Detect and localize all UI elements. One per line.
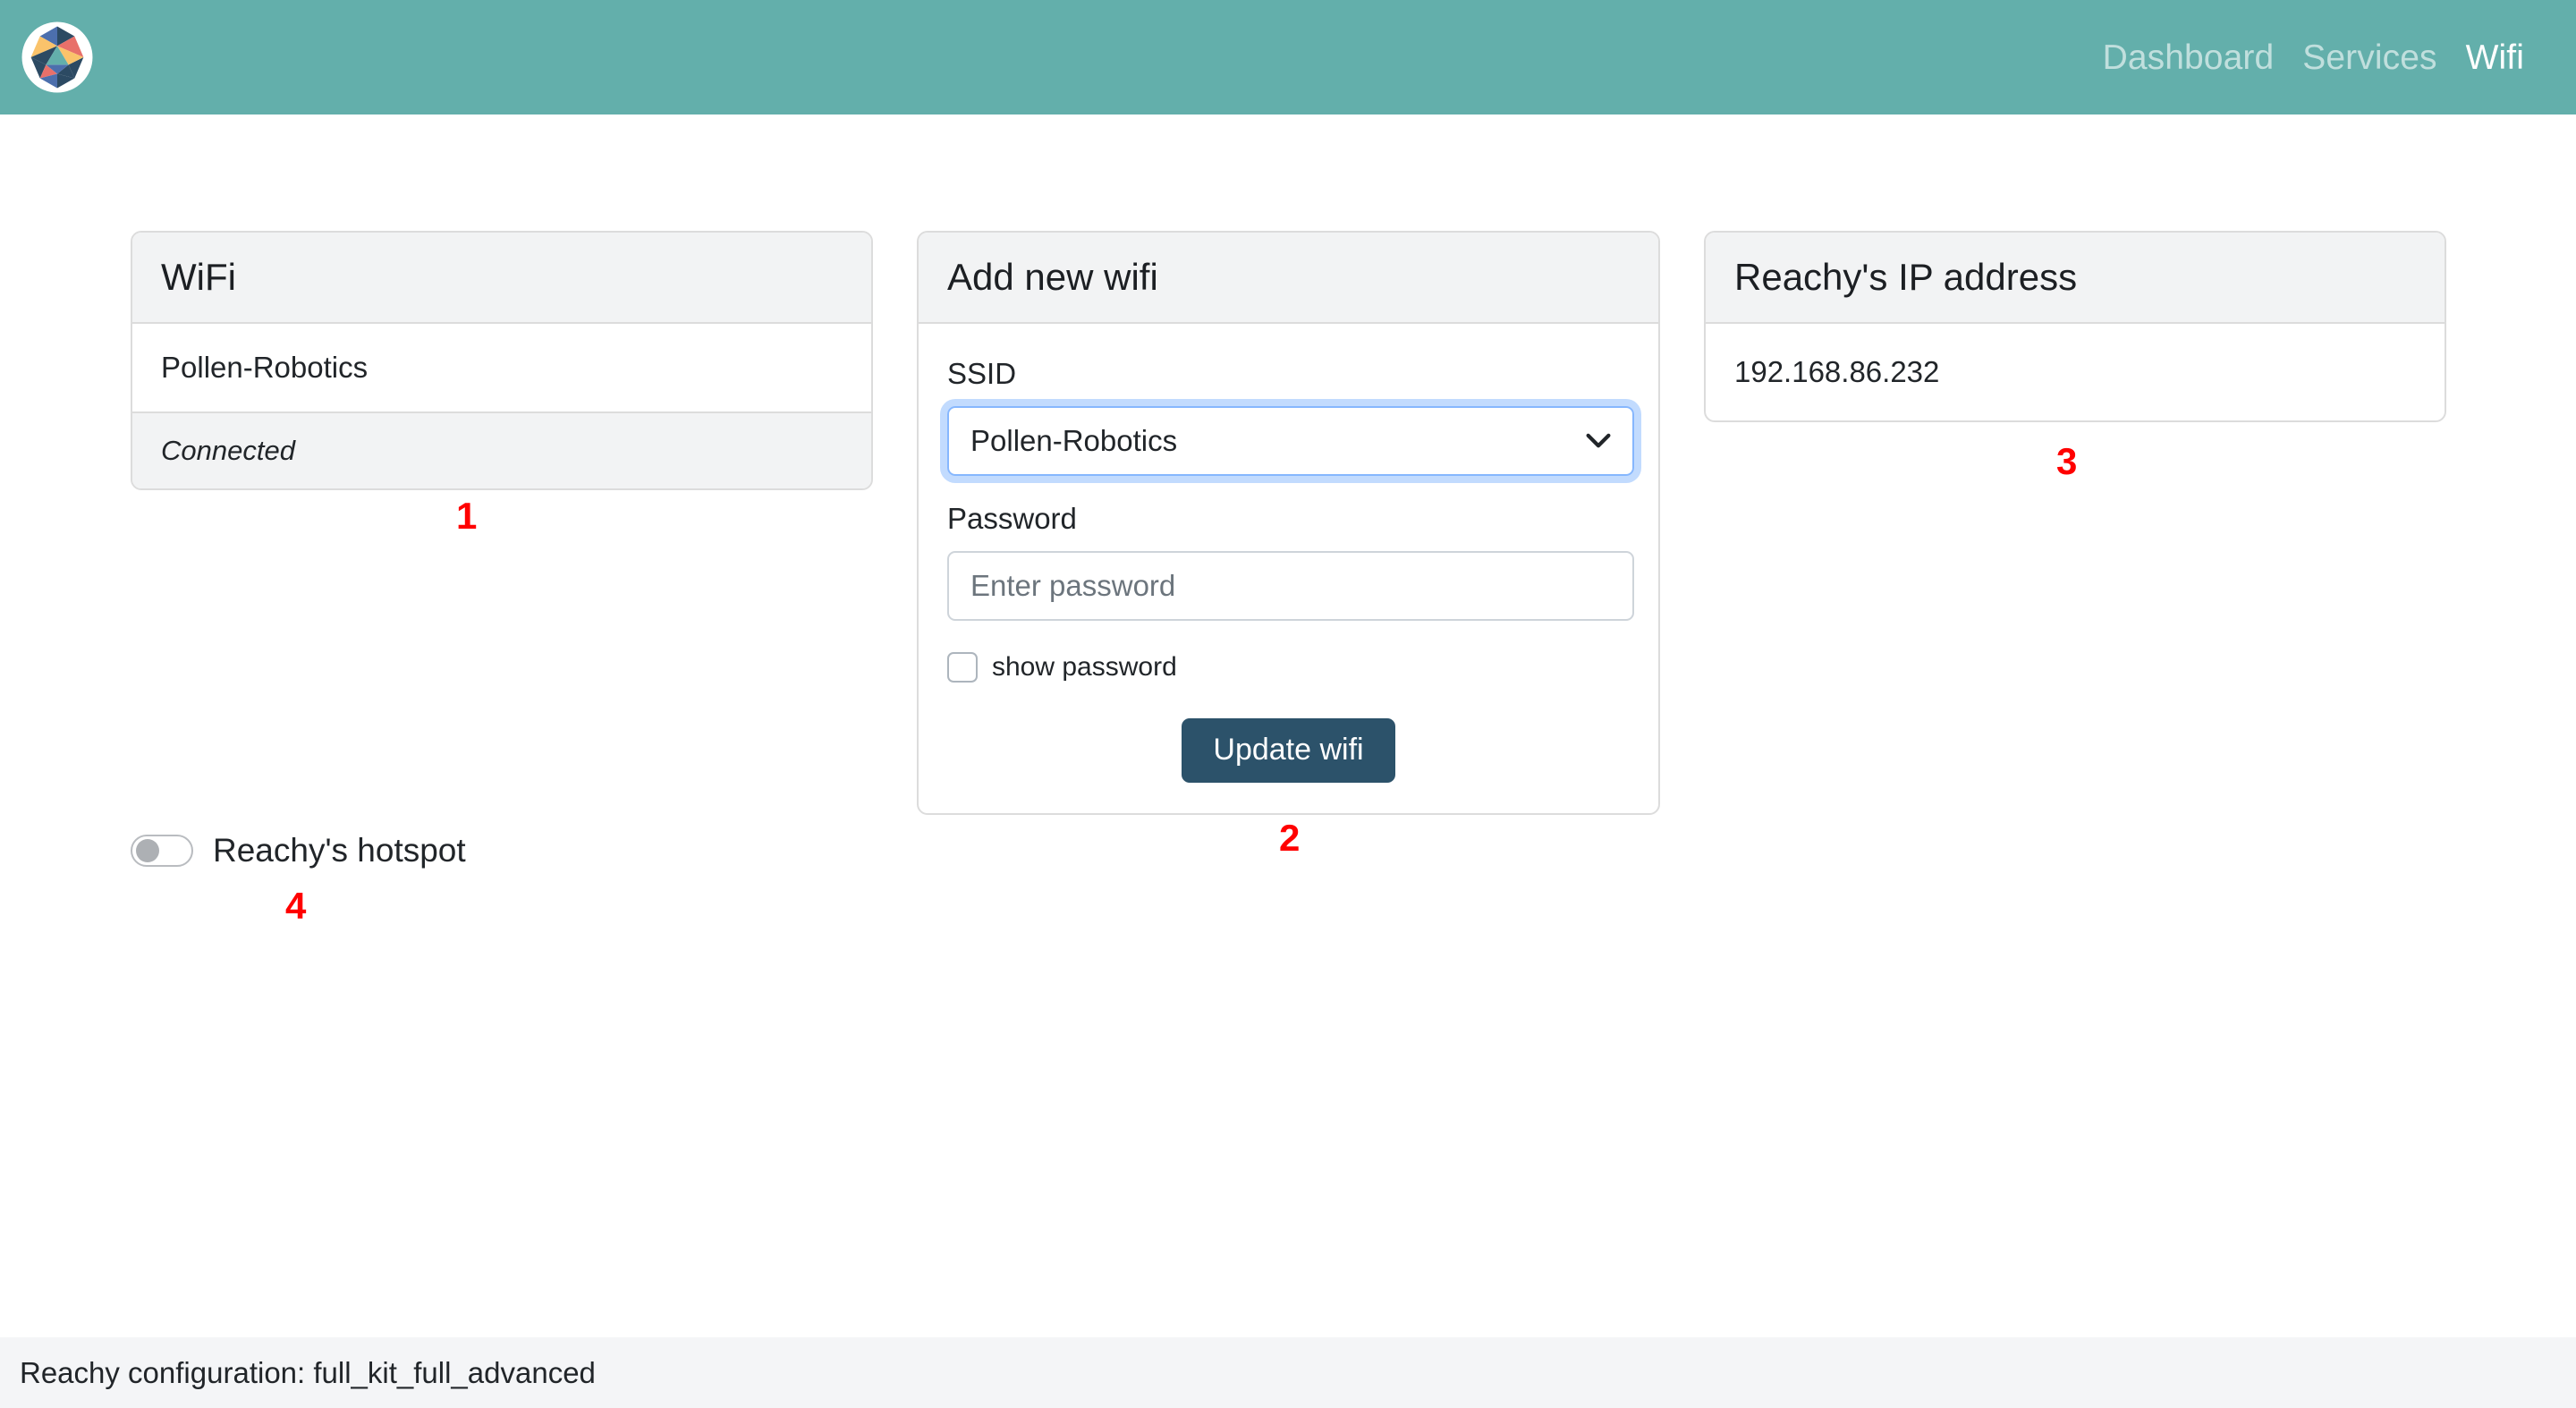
reachy-configuration-text: Reachy configuration: full_kit_full_adva… [20,1355,596,1389]
password-label: Password [947,502,1077,536]
ssid-label: SSID [947,357,1017,391]
hotspot-toggle-knob [136,839,159,862]
update-wifi-button[interactable]: Update wifi [1182,718,1395,783]
nav-link-wifi[interactable]: Wifi [2452,40,2538,75]
submit-row: Update wifi [947,718,1630,783]
nav-link-dashboard[interactable]: Dashboard [2089,40,2289,75]
hotspot-toggle[interactable] [131,835,193,867]
wifi-status-text: Connected [132,411,871,489]
show-password-row: show password [947,648,1630,687]
ssid-select[interactable]: Pollen-Robotics [947,406,1634,477]
wifi-card-title: WiFi [132,233,871,325]
status-footer: Reachy configuration: full_kit_full_adva… [0,1337,2576,1408]
ip-card-title: Reachy's IP address [1706,233,2445,325]
add-wifi-card: Add new wifi SSID Pollen-Robotics Passwo… [917,231,1660,815]
page-root: Dashboard Services Wifi WiFi Pollen-Robo… [0,0,2576,1408]
nav-links: Dashboard Services Wifi [2089,40,2538,75]
annotation-marker-3: 3 [2056,440,2078,482]
password-input[interactable] [947,550,1634,621]
brand-logo-link[interactable] [20,0,95,115]
hotspot-row: Reachy's hotspot [131,832,466,869]
nav-link-services[interactable]: Services [2288,40,2451,75]
ip-address-value: 192.168.86.232 [1734,355,1940,389]
annotation-marker-2: 2 [1279,817,1301,859]
show-password-checkbox[interactable] [947,651,978,683]
top-navbar: Dashboard Services Wifi [0,0,2576,115]
annotation-marker-4: 4 [285,885,307,927]
wifi-card: WiFi Pollen-Robotics Connected [131,231,873,491]
add-wifi-card-title: Add new wifi [919,233,1658,325]
ssid-select-wrapper: Pollen-Robotics [947,406,1634,477]
pollen-robotics-logo-icon [21,21,93,93]
add-wifi-form: SSID Pollen-Robotics Password show passw… [919,324,1658,813]
ip-address-card: Reachy's IP address 192.168.86.232 [1704,231,2446,423]
show-password-label[interactable]: show password [992,648,1177,687]
hotspot-label: Reachy's hotspot [213,832,466,869]
wifi-network-name: Pollen-Robotics [132,324,871,412]
annotation-marker-1: 1 [456,495,478,537]
